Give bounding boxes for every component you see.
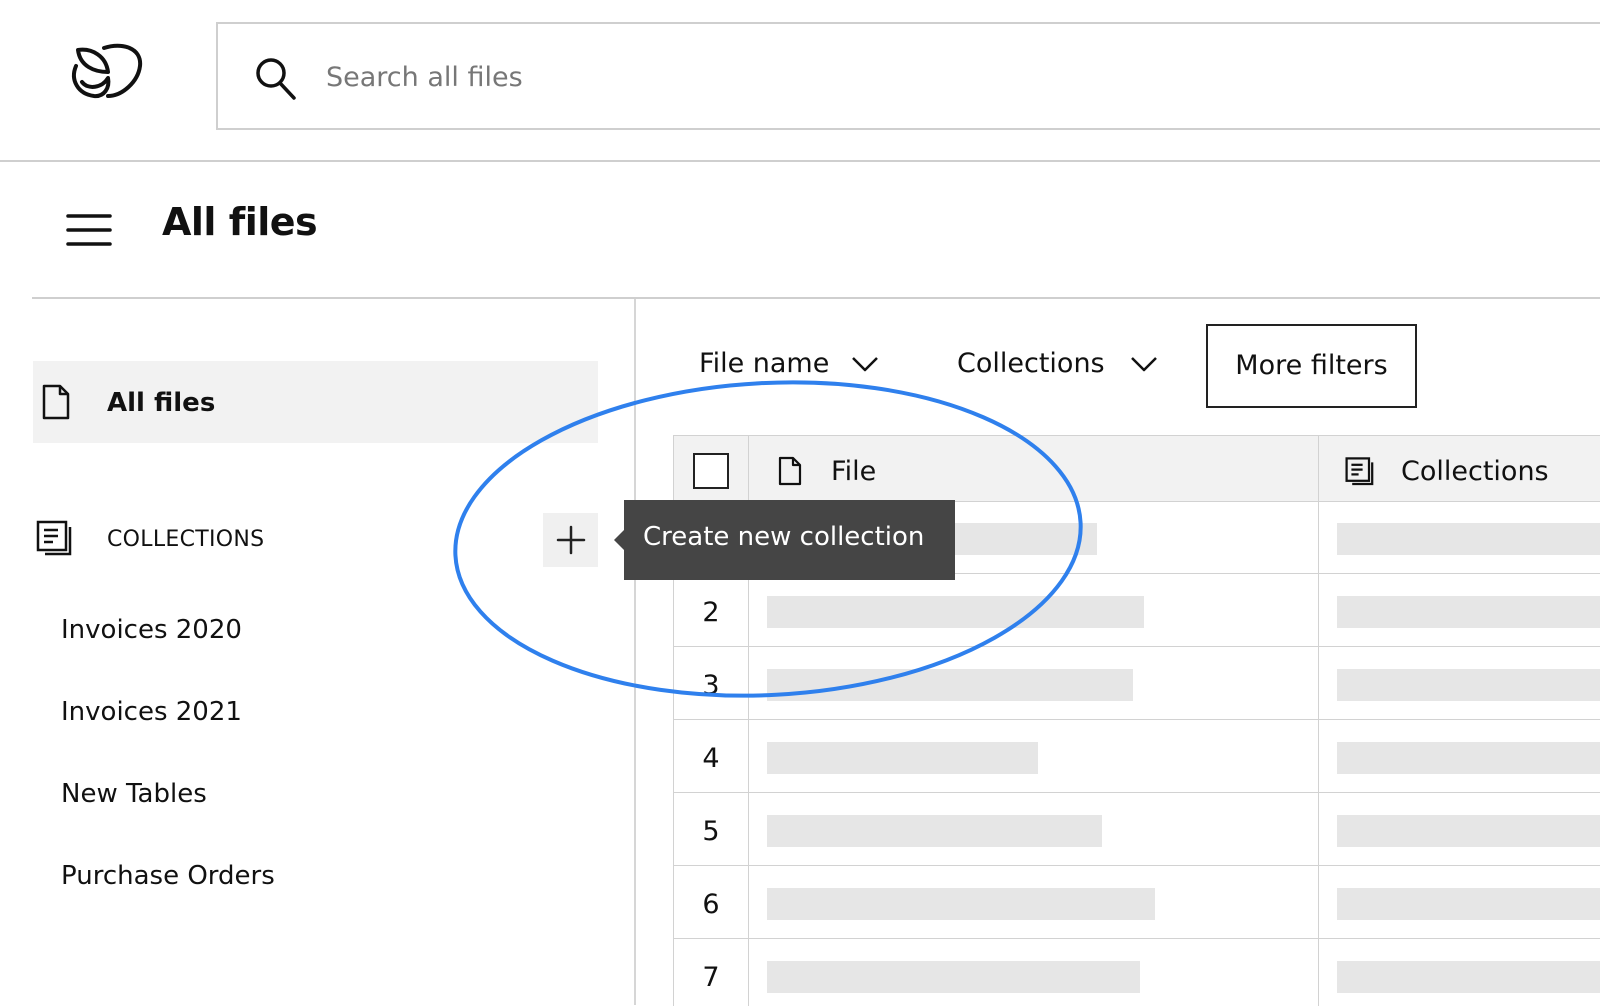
column-header-file[interactable]: File (831, 456, 876, 487)
file-icon (778, 456, 802, 486)
chevron-down-icon (852, 357, 878, 372)
table-row[interactable]: 3 (674, 648, 1600, 720)
row-number: 4 (702, 743, 720, 774)
search-input[interactable] (326, 50, 1026, 104)
collection-placeholder (1337, 596, 1600, 628)
row-number: 2 (702, 597, 720, 628)
search-icon (256, 58, 296, 100)
search-bar[interactable] (216, 22, 1600, 130)
file-name-placeholder (767, 961, 1140, 993)
page-title: All files (162, 200, 318, 244)
sidebar-item-label: All files (107, 388, 216, 418)
row-number: 7 (702, 962, 720, 993)
file-name-placeholder (767, 742, 1038, 774)
table-row[interactable]: 5 (674, 794, 1600, 866)
collection-item[interactable]: Purchase Orders (61, 861, 275, 891)
collection-item[interactable]: New Tables (61, 779, 207, 809)
column-divider (1318, 436, 1319, 1006)
collections-heading: COLLECTIONS (36, 517, 556, 563)
file-name-filter[interactable]: File name (699, 348, 889, 388)
collection-placeholder (1337, 742, 1600, 774)
collections-icon (1345, 457, 1374, 486)
collection-placeholder (1337, 815, 1600, 847)
add-collection-button[interactable] (543, 513, 598, 567)
brand-logo[interactable] (66, 38, 146, 102)
row-number: 5 (702, 816, 720, 847)
header-divider (32, 297, 1600, 299)
table-row[interactable]: 6 (674, 867, 1600, 939)
table-row[interactable]: 4 (674, 721, 1600, 793)
collection-placeholder (1337, 888, 1600, 920)
collection-placeholder (1337, 961, 1600, 993)
hamburger-menu-icon[interactable] (66, 212, 112, 248)
file-name-placeholder (767, 815, 1102, 847)
collections-heading-label: COLLECTIONS (107, 527, 265, 552)
chevron-down-icon (1131, 357, 1157, 372)
collection-item[interactable]: Invoices 2021 (61, 697, 242, 727)
collections-filter-label: Collections (957, 348, 1105, 379)
file-name-placeholder (767, 669, 1133, 701)
file-name-placeholder (767, 596, 1144, 628)
collection-placeholder (1337, 523, 1600, 555)
sidebar-divider (634, 299, 636, 1005)
file-name-placeholder (767, 888, 1155, 920)
more-filters-button[interactable]: More filters (1206, 324, 1417, 408)
collection-item[interactable]: Invoices 2020 (61, 615, 242, 645)
row-number: 6 (702, 889, 720, 920)
file-icon (42, 384, 70, 420)
file-name-filter-label: File name (699, 348, 830, 379)
row-number: 3 (702, 670, 720, 701)
collection-placeholder (1337, 669, 1600, 701)
top-bar (0, 0, 1600, 162)
column-header-collections[interactable]: Collections (1401, 456, 1549, 487)
sidebar-item-all-files[interactable]: All files (33, 361, 598, 443)
tooltip-arrow (614, 530, 624, 550)
collections-filter[interactable]: Collections (957, 348, 1167, 388)
select-all-checkbox[interactable] (693, 453, 729, 489)
table-row[interactable]: 7 (674, 940, 1600, 1006)
table-row[interactable]: 2 (674, 575, 1600, 647)
table-header: File Collections (674, 436, 1600, 502)
plus-icon (556, 525, 585, 555)
collections-icon (36, 520, 72, 556)
create-collection-tooltip: Create new collection (624, 500, 955, 580)
